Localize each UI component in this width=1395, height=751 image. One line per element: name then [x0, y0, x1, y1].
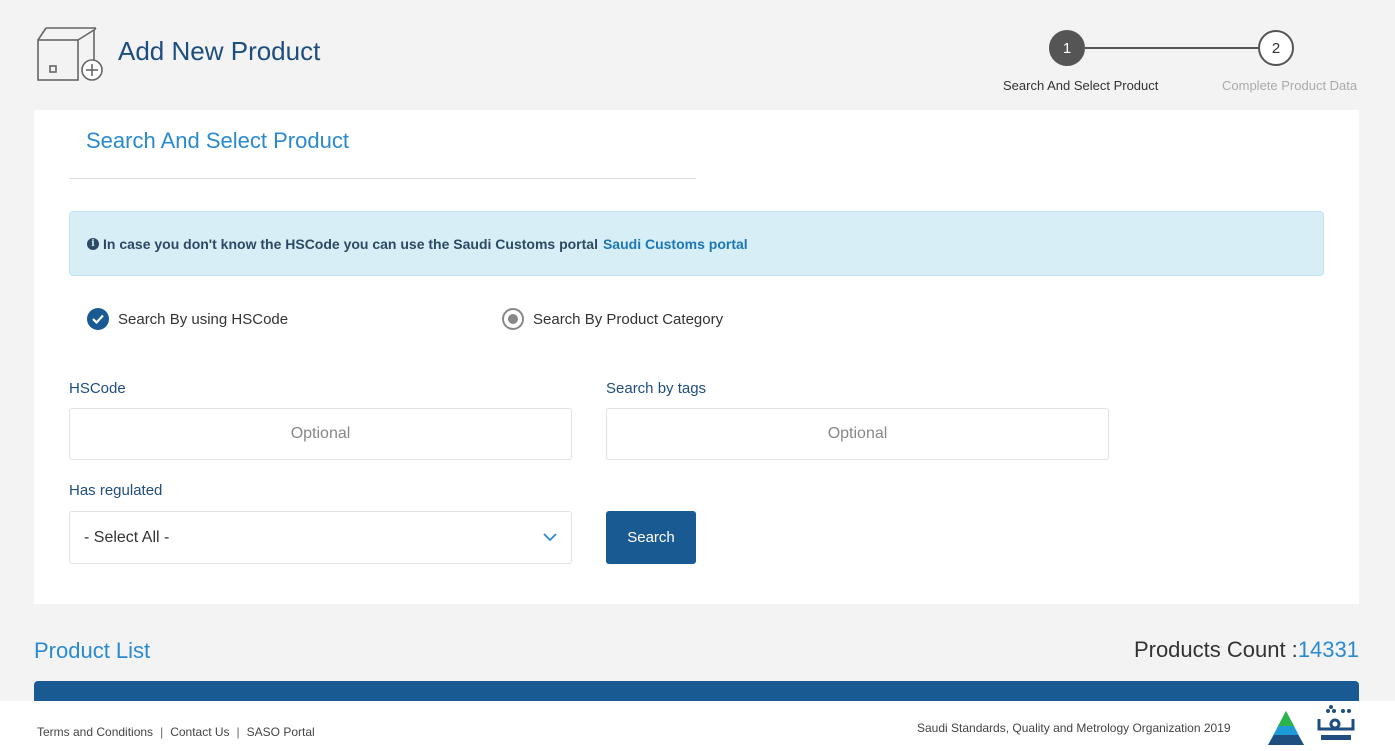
step-1-circle[interactable]: 1 — [1049, 30, 1085, 66]
info-alert: i In case you don't know the HSCode you … — [69, 211, 1324, 276]
step-2-label: Complete Product Data — [1222, 78, 1358, 93]
contact-link[interactable]: Contact Us — [170, 725, 229, 739]
search-button[interactable]: Search — [606, 511, 696, 564]
stepper: 1 2 Search And Select Product Complete P… — [955, 30, 1395, 110]
step-1-label: Search And Select Product — [1003, 78, 1159, 93]
footer-links: Terms and Conditions | Contact Us | SASO… — [37, 725, 315, 739]
tags-input[interactable] — [606, 408, 1109, 460]
info-icon: i — [87, 237, 99, 250]
saso-portal-link[interactable]: SASO Portal — [247, 725, 315, 739]
terms-link[interactable]: Terms and Conditions — [37, 725, 153, 739]
section-divider — [69, 178, 696, 179]
products-count-value: 14331 — [1297, 637, 1359, 662]
saudi-customs-link[interactable]: Saudi Customs portal — [603, 236, 748, 252]
page-title: Add New Product — [118, 36, 321, 66]
products-count: Products Count :14331 — [1134, 637, 1359, 663]
tags-label: Search by tags — [606, 380, 707, 397]
regulated-label: Has regulated — [69, 482, 163, 499]
footer-separator: | — [236, 725, 240, 739]
product-table-header — [34, 681, 1359, 701]
box-add-icon — [37, 27, 103, 81]
hscode-label: HSCode — [69, 380, 126, 397]
product-list-title: Product List — [34, 638, 151, 663]
search-card: Search And Select Product i In case you … — [34, 110, 1359, 604]
radio-icon — [502, 308, 524, 330]
step-connector — [1085, 47, 1258, 49]
page-header: Add New Product 1 2 Search And Select Pr… — [0, 0, 1395, 110]
footer-separator: | — [160, 725, 164, 739]
radio-search-hscode[interactable]: Search By using HSCode — [87, 308, 288, 330]
chevron-down-icon — [543, 533, 557, 542]
alert-text: In case you don't know the HSCode you ca… — [103, 235, 598, 252]
radio-label-hscode: Search By using HSCode — [118, 310, 289, 328]
thiqah-logo — [1317, 705, 1355, 740]
section-title: Search And Select Product — [86, 128, 349, 153]
step-2-circle[interactable]: 2 — [1258, 30, 1294, 66]
radio-label-category: Search By Product Category — [533, 310, 724, 328]
footer: Terms and Conditions | Contact Us | SASO… — [0, 701, 1395, 751]
hscode-input[interactable] — [69, 408, 572, 460]
copyright-text: Saudi Standards, Quality and Metrology O… — [917, 721, 1231, 735]
saso-logo — [1268, 711, 1304, 745]
products-count-label: Products Count : — [1133, 637, 1298, 662]
regulated-select[interactable]: - Select All - — [69, 511, 572, 564]
regulated-select-value: - Select All - — [84, 528, 170, 546]
radio-search-category[interactable]: Search By Product Category — [502, 308, 723, 330]
check-circle-icon — [87, 308, 109, 330]
